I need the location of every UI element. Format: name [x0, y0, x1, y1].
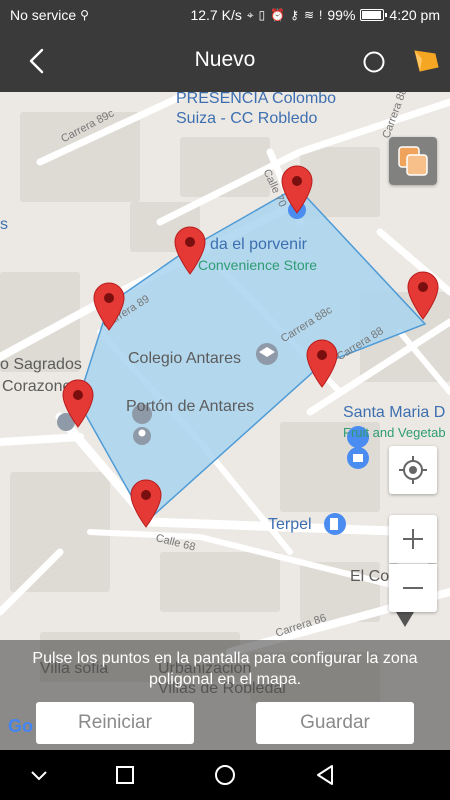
my-location-icon — [399, 456, 427, 484]
school-icon — [256, 343, 278, 365]
battery-percent: 99% — [327, 7, 356, 23]
my-location-button[interactable] — [389, 446, 437, 494]
label-porvenir: da el porvenir — [210, 236, 307, 253]
label-presencia: PRESENCIA Colombo — [176, 92, 337, 107]
label-terpel: Terpel — [268, 516, 312, 533]
circle-zone-icon — [363, 51, 385, 73]
partial-pin-icon — [396, 612, 414, 627]
system-nav-bar — [0, 750, 450, 800]
clock: 4:20 pm — [389, 7, 440, 23]
chevron-down-icon — [31, 771, 47, 781]
carrier-text: No service — [10, 7, 77, 23]
battery-icon — [360, 9, 388, 21]
label-porton: Portón de Antares — [126, 398, 255, 415]
nav-recents-button[interactable] — [112, 762, 138, 788]
vertex-marker[interactable] — [61, 378, 95, 428]
battery-alert-icon: ! — [319, 8, 323, 22]
label-presencia-2: Suiza - CC Robledo — [176, 110, 318, 127]
usb-icon: ⚲ — [80, 8, 89, 22]
square-recents-icon — [116, 766, 134, 784]
network-speed: 12.7 K/s — [190, 7, 242, 23]
save-button[interactable]: Guardar — [256, 702, 414, 744]
layers-icon — [398, 146, 428, 176]
circle-home-icon — [215, 765, 235, 785]
vertex-marker[interactable] — [92, 281, 126, 331]
layers-button[interactable] — [389, 137, 437, 185]
minus-icon — [403, 587, 423, 589]
plus-icon — [403, 529, 423, 549]
wifi-icon: ≋ — [303, 8, 315, 22]
alarm-icon: ⏰ — [270, 8, 286, 22]
nav-back-button[interactable] — [312, 762, 338, 788]
vibrate-icon: ▯ — [258, 8, 266, 22]
polygon-zone-button[interactable] — [410, 48, 440, 74]
label-colegio: Colegio Antares — [128, 350, 241, 367]
label-left-s: s — [0, 216, 8, 233]
label-santa-maria: Santa Maria D — [343, 404, 446, 421]
status-bar: No service ⚲ 12.7 K/s ⌖ ▯ ⏰ ⚷ ≋ ! 99% 4:… — [0, 0, 450, 30]
google-logo: Go — [8, 716, 33, 736]
title-bar: Nuevo — [0, 30, 450, 92]
zoom-in-button[interactable] — [389, 515, 437, 563]
gas-station-icon — [324, 513, 346, 535]
vertex-marker[interactable] — [129, 478, 163, 528]
nav-down-button[interactable] — [26, 762, 52, 788]
label-convenience: Convenience Store — [198, 257, 318, 273]
zoom-out-button[interactable] — [389, 564, 437, 612]
key-icon: ⚷ — [290, 8, 299, 22]
location-icon: ⌖ — [246, 7, 254, 22]
vertex-marker[interactable] — [305, 338, 339, 388]
reset-button[interactable]: Reiniciar — [36, 702, 194, 744]
vertex-marker[interactable] — [406, 270, 440, 320]
triangle-back-icon — [317, 765, 333, 785]
polygon-zone-icon — [414, 50, 439, 72]
instruction-text: Pulse los puntos en la pantalla para con… — [32, 650, 418, 688]
vertex-marker[interactable] — [173, 225, 207, 275]
label-el-co: El Co — [350, 568, 390, 585]
nav-home-button[interactable] — [212, 762, 238, 788]
vertex-marker[interactable] — [280, 164, 314, 214]
label-fruit: Fruit and Vegetab — [343, 425, 446, 440]
label-sagrados: o Sagrados — [0, 356, 82, 373]
circle-zone-button[interactable] — [362, 50, 386, 74]
